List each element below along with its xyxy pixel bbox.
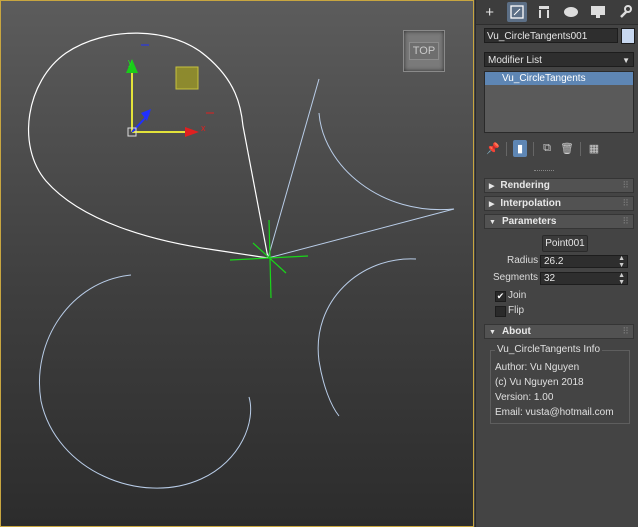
command-panel: + Vu_CircleTangents001 Modifier List ▼ V… xyxy=(475,0,638,527)
hierarchy-tab-icon[interactable] xyxy=(534,2,554,22)
about-email: Email: vusta@hotmail.com xyxy=(495,407,614,418)
radius-label: Radius xyxy=(507,255,539,266)
segments-spinner[interactable]: 32 ▲ ▼ xyxy=(540,272,628,286)
rollout-grip-icon: ⠿ xyxy=(622,198,629,208)
divider xyxy=(533,141,534,156)
command-panel-tabs: + xyxy=(476,0,638,25)
collapsed-triangle-icon: ▶ xyxy=(489,183,495,190)
rollout-interpolation-label: Interpolation xyxy=(500,198,561,209)
create-tab-plus-icon[interactable]: + xyxy=(480,2,500,22)
expanded-triangle-icon: ▼ xyxy=(489,219,496,226)
stack-item[interactable]: Vu_CircleTangents xyxy=(485,72,633,85)
make-unique-icon[interactable]: ⧉ xyxy=(540,140,554,157)
collapsed-triangle-icon: ▶ xyxy=(489,201,495,208)
viewcube-label[interactable]: TOP xyxy=(408,42,440,60)
pick-point-button[interactable]: Point001 xyxy=(542,235,588,252)
modify-tab-icon[interactable] xyxy=(506,2,527,22)
stack-toolbar: 📌 ▮ ⧉ 🗑 ▦ xyxy=(486,140,601,157)
configure-sets-icon[interactable]: ▦ xyxy=(587,140,601,157)
tangent-lines xyxy=(267,78,455,259)
flip-label: Flip xyxy=(508,305,525,316)
panel-divider-grip[interactable] xyxy=(534,170,554,174)
segments-value: 32 xyxy=(544,273,556,284)
modifier-list-label: Modifier List xyxy=(488,55,542,66)
about-author: Author: Vu Nguyen xyxy=(495,362,580,373)
teardrop-spline xyxy=(27,32,269,259)
pin-stack-icon[interactable]: 📌 xyxy=(486,140,500,157)
display-tab-icon[interactable] xyxy=(588,2,608,22)
pivot-cross xyxy=(229,219,309,299)
parameters-body: Point001 Radius 26.2 ▲ ▼ Segments 32 ▲ ▼ ✔ J… xyxy=(484,229,634,319)
expanded-triangle-icon: ▼ xyxy=(489,329,496,336)
radius-value: 26.2 xyxy=(544,256,564,267)
about-version: Version: 1.00 xyxy=(495,392,554,403)
object-color-swatch[interactable] xyxy=(621,28,635,44)
about-copyright: (c) Vu Nguyen 2018 xyxy=(495,377,584,388)
spinner-arrows-icon[interactable]: ▲ ▼ xyxy=(618,272,625,286)
rollout-about[interactable]: ▼ About ⠿ xyxy=(484,324,634,339)
utilities-tab-wrench-icon[interactable] xyxy=(615,2,635,22)
show-end-result-icon[interactable]: ▮ xyxy=(513,140,527,157)
join-checkbox[interactable]: ✔ xyxy=(495,291,506,302)
remove-modifier-trash-icon[interactable]: 🗑 xyxy=(560,140,574,157)
modifier-list-dropdown[interactable]: Modifier List ▼ xyxy=(484,52,634,67)
axis-x-label: x xyxy=(201,123,206,133)
axis-y-label: y xyxy=(128,57,133,67)
divider xyxy=(580,141,581,156)
rollout-parameters[interactable]: ▼ Parameters ⠿ xyxy=(484,214,634,229)
about-groupbox: Vu_CircleTangents Info Author: Vu Nguyen… xyxy=(490,344,630,424)
about-title: Vu_CircleTangents Info xyxy=(495,344,603,355)
rollout-parameters-label: Parameters xyxy=(501,216,557,227)
top-viewport[interactable]: y x TOP xyxy=(0,0,474,527)
rollout-grip-icon: ⠿ xyxy=(622,216,629,226)
rollout-about-label: About xyxy=(501,326,531,337)
join-label: Join xyxy=(508,290,527,301)
rollout-grip-icon: ⠿ xyxy=(622,326,629,336)
chevron-down-icon: ▼ xyxy=(622,56,630,65)
viewcube[interactable]: TOP xyxy=(403,30,445,72)
rollout-rendering[interactable]: ▶ Rendering ⠿ xyxy=(484,178,634,193)
modifier-stack[interactable]: Vu_CircleTangents xyxy=(484,71,634,133)
motion-tab-icon[interactable] xyxy=(561,2,581,22)
radius-spinner[interactable]: 26.2 ▲ ▼ xyxy=(540,255,628,269)
viewport-canvas: y x xyxy=(27,32,455,489)
rollout-interpolation[interactable]: ▶ Interpolation ⠿ xyxy=(484,196,634,211)
flip-checkbox[interactable] xyxy=(495,306,506,317)
divider xyxy=(506,141,507,156)
rollout-grip-icon: ⠿ xyxy=(622,180,629,190)
arc-bottom-right xyxy=(317,258,417,417)
segments-label: Segments xyxy=(493,272,539,283)
object-name-field[interactable]: Vu_CircleTangents001 xyxy=(484,28,618,43)
rollout-rendering-label: Rendering xyxy=(500,180,550,191)
spinner-arrows-icon[interactable]: ▲ ▼ xyxy=(618,255,625,269)
arc-right xyxy=(318,112,455,211)
arc-bottom-left xyxy=(39,274,252,489)
